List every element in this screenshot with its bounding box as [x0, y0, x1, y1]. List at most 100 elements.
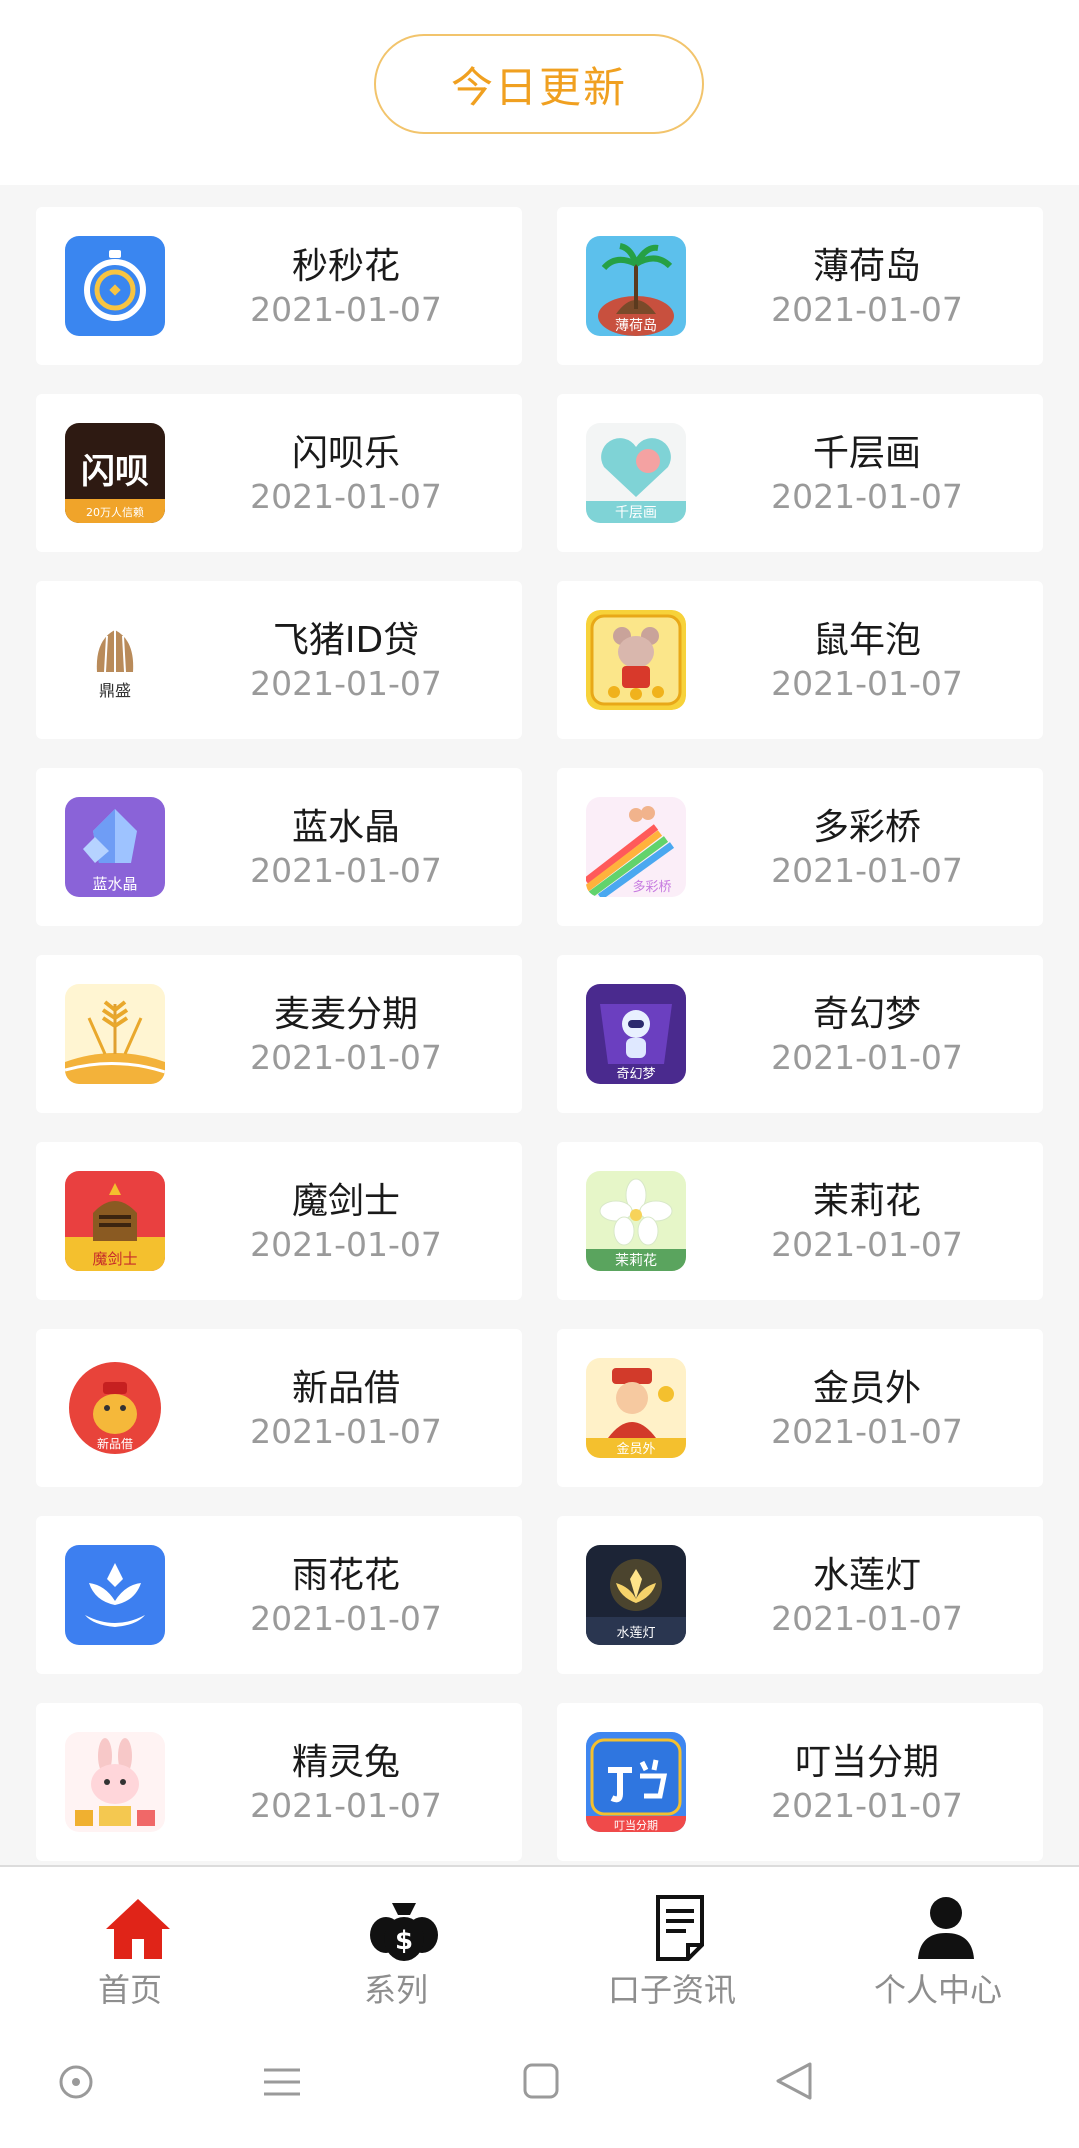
app-card-xinpinjie[interactable]: 新品借 新品借 2021-01-07 — [36, 1329, 522, 1487]
app-date: 2021-01-07 — [250, 1786, 442, 1825]
svg-text:茉莉花: 茉莉花 — [615, 1252, 657, 1269]
app-date: 2021-01-07 — [771, 1786, 963, 1825]
app-name: 麦麦分期 — [273, 994, 418, 1035]
app-card-qihuanmeng[interactable]: 奇幻梦 奇幻梦 2021-01-07 — [557, 955, 1043, 1113]
svg-text:蓝水晶: 蓝水晶 — [92, 875, 137, 893]
knight-helmet-icon: 魔剑士 — [65, 1171, 165, 1271]
app-date: 2021-01-07 — [250, 664, 442, 703]
svg-text:$: $ — [395, 1926, 413, 1956]
app-name: 奇幻梦 — [812, 994, 921, 1035]
stopwatch-icon — [65, 236, 165, 336]
app-date: 2021-01-07 — [771, 290, 963, 329]
app-card-molihua[interactable]: 茉莉花 茉莉花 2021-01-07 — [557, 1142, 1043, 1300]
app-card-jinglingtu[interactable]: 精灵兔 2021-01-07 — [36, 1703, 522, 1861]
app-name: 蓝水晶 — [291, 807, 400, 848]
app-name: 雨花花 — [291, 1555, 400, 1596]
app-card-miaomiaohua[interactable]: 秒秒花 2021-01-07 — [36, 207, 522, 365]
crystal-icon: 蓝水晶 — [65, 797, 165, 897]
app-name: 金员外 — [812, 1368, 921, 1409]
app-date: 2021-01-07 — [250, 1038, 442, 1077]
today-update-button[interactable]: 今日更新 — [374, 34, 704, 134]
bunny-icon — [65, 1732, 165, 1832]
dingsheng-logo-icon: 鼎盛 — [65, 610, 165, 710]
dingdang-logo-icon: 叮当分期 — [586, 1732, 686, 1832]
system-navigation-bar — [0, 2012, 1079, 2148]
app-name: 叮当分期 — [794, 1742, 939, 1783]
app-grid: 秒秒花 2021-01-07 薄荷岛 薄荷岛 2021-01-07 闪呗 20万人… — [0, 185, 1079, 1865]
robot-icon: 奇幻梦 — [586, 984, 686, 1084]
app-date: 2021-01-07 — [771, 1412, 963, 1451]
rat-year-icon — [586, 610, 686, 710]
app-date: 2021-01-07 — [250, 477, 442, 516]
document-icon — [656, 1895, 704, 1961]
svg-text:千层画: 千层画 — [615, 505, 657, 521]
app-card-mojianshi[interactable]: 魔剑士 魔剑士 2021-01-07 — [36, 1142, 522, 1300]
lotus-lamp-icon: 水莲灯 — [586, 1545, 686, 1645]
bottom-tab-bar: 首页 $ 系列 口子资讯 个人中心 — [0, 1865, 1079, 2014]
svg-text:鼎盛: 鼎盛 — [99, 681, 131, 700]
menu-icon[interactable] — [262, 2064, 302, 2100]
svg-text:金员外: 金员外 — [616, 1441, 655, 1457]
app-card-feizhu[interactable]: 鼎盛 飞猪ID贷 2021-01-07 — [36, 581, 522, 739]
app-name: 魔剑士 — [291, 1181, 400, 1222]
svg-text:多彩桥: 多彩桥 — [632, 879, 671, 895]
app-date: 2021-01-07 — [771, 851, 963, 890]
back-icon[interactable] — [774, 2060, 814, 2102]
app-name: 薄荷岛 — [812, 246, 921, 287]
app-date: 2021-01-07 — [771, 1225, 963, 1264]
app-card-lanshuijing[interactable]: 蓝水晶 蓝水晶 2021-01-07 — [36, 768, 522, 926]
svg-text:薄荷岛: 薄荷岛 — [615, 318, 657, 334]
app-name: 飞猪ID贷 — [272, 620, 420, 661]
app-name: 精灵兔 — [291, 1742, 400, 1783]
app-card-shunianpao[interactable]: 鼠年泡 2021-01-07 — [557, 581, 1043, 739]
app-date: 2021-01-07 — [771, 1038, 963, 1077]
svg-text:20万人信赖: 20万人信赖 — [86, 506, 144, 519]
tab-label: 系列 — [363, 1971, 428, 2009]
app-card-shanbeile[interactable]: 闪呗 20万人信赖 闪呗乐 2021-01-07 — [36, 394, 522, 552]
tab-label: 首页 — [97, 1971, 162, 2009]
tab-label: 个人中心 — [873, 1971, 1002, 2009]
jasmine-flower-icon: 茉莉花 — [586, 1171, 686, 1271]
wheat-icon — [65, 984, 165, 1084]
app-date: 2021-01-07 — [250, 1225, 442, 1264]
app-card-shuiliandeng[interactable]: 水莲灯 水莲灯 2021-01-07 — [557, 1516, 1043, 1674]
app-date: 2021-01-07 — [771, 664, 963, 703]
app-card-qiancenghua[interactable]: 千层画 千层画 2021-01-07 — [557, 394, 1043, 552]
heart-balloon-icon: 千层画 — [586, 423, 686, 523]
svg-text:叮当分期: 叮当分期 — [614, 1818, 658, 1832]
app-card-maimai[interactable]: 麦麦分期 2021-01-07 — [36, 955, 522, 1113]
svg-text:魔剑士: 魔剑士 — [92, 1250, 137, 1268]
svg-text:奇幻梦: 奇幻梦 — [616, 1066, 655, 1082]
app-name: 秒秒花 — [291, 246, 400, 287]
app-date: 2021-01-07 — [771, 1599, 963, 1638]
app-date: 2021-01-07 — [771, 477, 963, 516]
rainbow-bridge-icon: 多彩桥 — [586, 797, 686, 897]
fortune-god-icon: 金员外 — [586, 1358, 686, 1458]
svg-text:闪呗: 闪呗 — [81, 452, 149, 492]
app-card-bohedao[interactable]: 薄荷岛 薄荷岛 2021-01-07 — [557, 207, 1043, 365]
app-name: 水莲灯 — [812, 1555, 921, 1596]
tab-home[interactable]: 首页 — [30, 1867, 230, 2014]
app-name: 多彩桥 — [812, 807, 921, 848]
tab-label: 口子资讯 — [607, 1971, 736, 2009]
app-card-jinyuanwai[interactable]: 金员外 金员外 2021-01-07 — [557, 1329, 1043, 1487]
app-name: 鼠年泡 — [812, 620, 921, 661]
app-card-duocaiqiao[interactable]: 多彩桥 多彩桥 2021-01-07 — [557, 768, 1043, 926]
app-name: 千层画 — [812, 433, 921, 474]
app-name: 茉莉花 — [812, 1181, 921, 1222]
tab-series[interactable]: $ 系列 — [296, 1867, 496, 2014]
user-icon — [918, 1897, 974, 1959]
shanbei-logo-icon: 闪呗 20万人信赖 — [65, 423, 165, 523]
app-date: 2021-01-07 — [250, 851, 442, 890]
app-date: 2021-01-07 — [250, 1599, 442, 1638]
assistant-dot-icon[interactable] — [58, 2064, 94, 2100]
tab-profile[interactable]: 个人中心 — [838, 1867, 1038, 2014]
app-name: 闪呗乐 — [291, 433, 400, 474]
svg-text:水莲灯: 水莲灯 — [616, 1626, 655, 1641]
home-square-icon[interactable] — [522, 2062, 560, 2100]
app-date: 2021-01-07 — [250, 290, 442, 329]
app-card-dingdang[interactable]: 叮当分期 叮当分期 2021-01-07 — [557, 1703, 1043, 1861]
app-card-yuhuahua[interactable]: 雨花花 2021-01-07 — [36, 1516, 522, 1674]
lotus-hand-icon — [65, 1545, 165, 1645]
tab-news[interactable]: 口子资讯 — [572, 1867, 772, 2014]
